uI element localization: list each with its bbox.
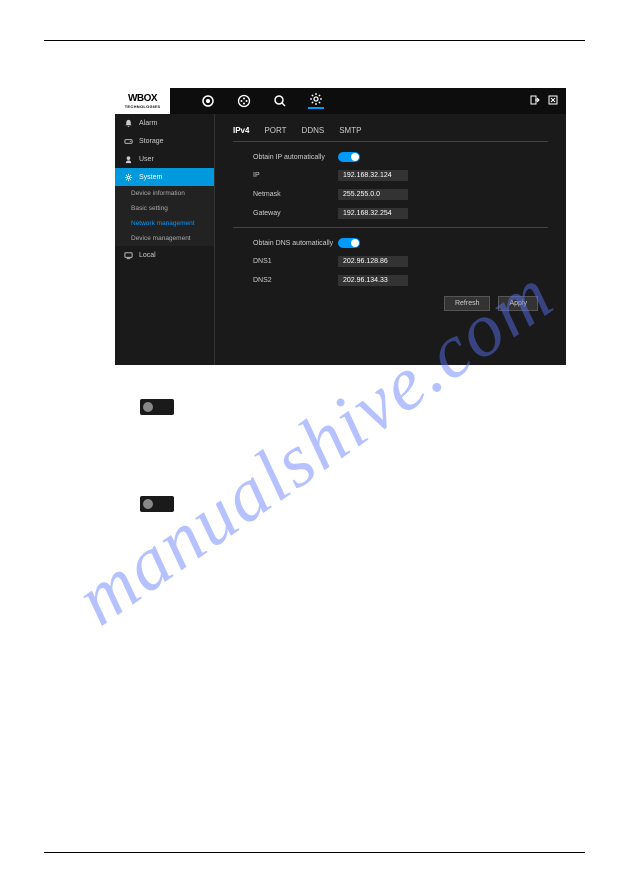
sidebar-item-alarm[interactable]: Alarm <box>115 114 214 132</box>
logo-sub: TECHNOLOGIES <box>125 105 161 109</box>
logo-main: WBOX <box>128 94 157 104</box>
logout-icon[interactable] <box>530 95 540 107</box>
subitem-device-mgmt[interactable]: Device management <box>115 231 214 246</box>
close-icon[interactable] <box>548 95 558 107</box>
toggle-off-2[interactable] <box>140 496 174 512</box>
logo: WBOX TECHNOLOGIES <box>115 88 170 114</box>
tab-port[interactable]: PORT <box>264 126 286 135</box>
sidebar: Alarm Storage User System <box>115 114 215 365</box>
sidebar-label: Storage <box>139 138 164 145</box>
sidebar-item-storage[interactable]: Storage <box>115 132 214 150</box>
sidebar-label: Alarm <box>139 120 157 127</box>
netmask-label: Netmask <box>253 191 338 198</box>
disk-icon <box>123 136 133 146</box>
ip-input[interactable] <box>338 170 408 181</box>
tab-ddns[interactable]: DDNS <box>302 126 325 135</box>
tab-ipv4[interactable]: IPv4 <box>233 126 249 135</box>
bell-icon <box>123 118 133 128</box>
obtain-dns-toggle[interactable] <box>338 238 360 248</box>
dns1-input[interactable] <box>338 256 408 267</box>
dns2-input[interactable] <box>338 275 408 286</box>
playback-icon[interactable] <box>236 93 252 109</box>
sidebar-label: Local <box>139 252 156 259</box>
gateway-input[interactable] <box>338 208 408 219</box>
sidebar-item-local[interactable]: Local <box>115 246 214 264</box>
subitem-basic-setting[interactable]: Basic setting <box>115 201 214 216</box>
apply-button[interactable]: Apply <box>498 296 538 311</box>
dns2-label: DNS2 <box>253 277 338 284</box>
gear-icon <box>123 172 133 182</box>
subitem-network-mgmt[interactable]: Network management <box>115 216 214 231</box>
obtain-ip-label: Obtain IP automatically <box>253 154 338 161</box>
toggle-off-1[interactable] <box>140 399 174 415</box>
dns1-label: DNS1 <box>253 258 338 265</box>
sidebar-label: User <box>139 156 154 163</box>
sidebar-item-system[interactable]: System <box>115 168 214 186</box>
topbar: WBOX TECHNOLOGIES <box>115 88 566 114</box>
gateway-label: Gateway <box>253 210 338 217</box>
subitem-device-info[interactable]: Device information <box>115 186 214 201</box>
ip-label: IP <box>253 172 338 179</box>
tabs: IPv4 PORT DDNS SMTP <box>233 126 548 142</box>
obtain-dns-label: Obtain DNS automatically <box>253 240 338 247</box>
toggle-knob <box>143 402 153 412</box>
obtain-ip-toggle[interactable] <box>338 152 360 162</box>
search-icon[interactable] <box>272 93 288 109</box>
record-icon[interactable] <box>200 93 216 109</box>
settings-icon[interactable] <box>308 93 324 109</box>
sidebar-item-user[interactable]: User <box>115 150 214 168</box>
user-icon <box>123 154 133 164</box>
refresh-button[interactable]: Refresh <box>444 296 491 311</box>
content-panel: IPv4 PORT DDNS SMTP Obtain IP automatica… <box>215 114 566 365</box>
sidebar-label: System <box>139 174 162 181</box>
toggle-knob <box>143 499 153 509</box>
divider <box>233 227 548 228</box>
netmask-input[interactable] <box>338 189 408 200</box>
tab-smtp[interactable]: SMTP <box>339 126 361 135</box>
monitor-icon <box>123 250 133 260</box>
app-window: WBOX TECHNOLOGIES <box>115 88 566 365</box>
